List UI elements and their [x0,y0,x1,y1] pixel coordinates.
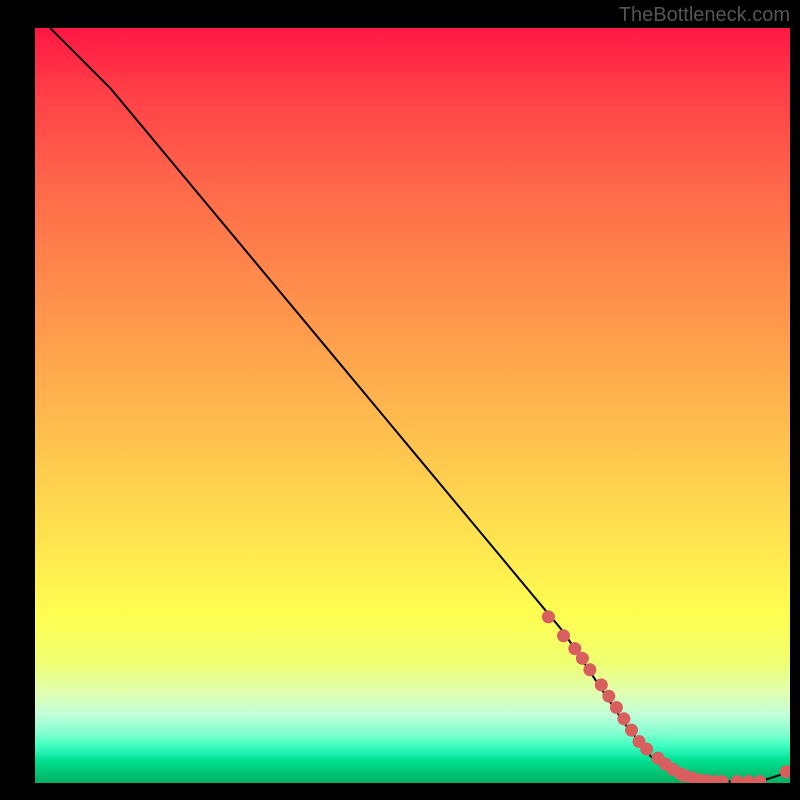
data-point [610,701,623,714]
bottleneck-curve [50,28,790,782]
data-point [602,690,615,703]
data-point [742,775,755,783]
data-point [557,629,570,642]
data-point [640,743,653,756]
data-point [595,678,608,691]
chart-plot-area [35,28,790,783]
data-point [542,610,555,623]
attribution-text: TheBottleneck.com [619,4,790,27]
chart-markers [542,610,790,783]
data-point [753,775,766,783]
data-point [583,663,596,676]
chart-line [50,28,790,782]
data-point [617,712,630,725]
data-point [625,724,638,737]
chart-svg [35,28,790,783]
data-point [576,652,589,665]
data-point [780,765,790,778]
data-point [731,775,744,783]
